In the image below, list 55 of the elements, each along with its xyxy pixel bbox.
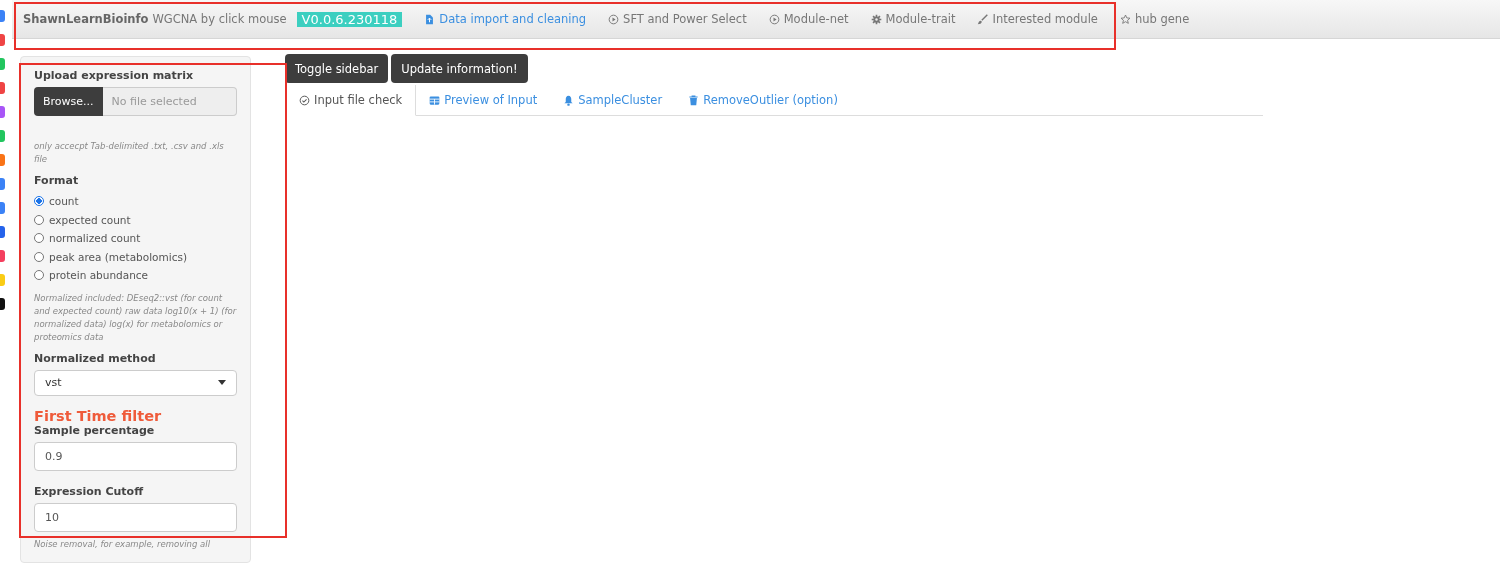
radio-label: normalized count — [49, 232, 141, 245]
tab[interactable]: SampleCluster — [550, 85, 676, 115]
field-label: Sample percentage — [34, 423, 156, 437]
bell-icon — [563, 94, 575, 106]
radio-option[interactable]: count — [34, 192, 237, 211]
action-button[interactable]: Update information! — [391, 54, 528, 83]
radio-button[interactable] — [34, 270, 44, 281]
nav-link[interactable]: Module-trait — [870, 12, 956, 26]
radio-label: count — [49, 195, 79, 208]
radio-option[interactable]: expected count — [34, 210, 237, 229]
tab[interactable]: RemoveOutlier (option) — [675, 85, 851, 115]
check-circle-icon — [299, 94, 310, 106]
help-text: Normalized included: DEseq2::vst (for count and expected count) raw data log10(x + 1) (for normalized data) log(x) for metabolomics or proteomics data — [34, 291, 237, 344]
nav-link[interactable]: Module-net — [768, 12, 849, 26]
radio-button[interactable] — [34, 196, 44, 207]
dropdown-value: vst — [45, 376, 62, 389]
star-icon — [1119, 13, 1131, 25]
nav-link[interactable]: hub gene — [1119, 12, 1190, 26]
method-dropdown[interactable]: vst — [34, 369, 237, 396]
radio-option[interactable]: protein abundance — [34, 266, 237, 285]
version-badge: V0.0.6.230118 — [296, 11, 403, 27]
radio-label: expected count — [49, 213, 131, 226]
number-input[interactable]: 0.9 — [34, 441, 237, 471]
radio-button[interactable] — [34, 251, 44, 262]
tab[interactable]: Input file check — [285, 85, 417, 116]
radio-option[interactable]: peak area (metabolomics) — [34, 247, 237, 266]
play-circle-icon — [608, 13, 620, 25]
field-label: Upload expression matrix — [34, 69, 195, 82]
browse-button[interactable]: Browse... — [34, 87, 103, 116]
caret-icon — [218, 380, 226, 385]
field-label: Expression Cutoff — [34, 484, 145, 498]
radio-option[interactable]: normalized count — [34, 229, 237, 248]
field-label: Normalized method — [34, 351, 157, 365]
nav-link[interactable]: SFT and Power Select — [608, 12, 747, 26]
field-label: Format — [34, 174, 80, 187]
play-circle-icon — [768, 13, 780, 25]
section-heading: First Time filter — [34, 407, 163, 424]
nav-link[interactable]: Interested module — [977, 12, 1098, 26]
brush-icon — [977, 13, 989, 25]
radio-label: protein abundance — [49, 269, 149, 282]
help-text: Noise removal, for example, removing all — [34, 537, 212, 551]
tab[interactable]: Preview of Input — [416, 85, 551, 115]
trash-icon — [688, 94, 700, 106]
radio-button[interactable] — [34, 214, 44, 225]
number-input[interactable]: 10 — [34, 502, 237, 532]
radio-label: peak area (metabolomics) — [49, 250, 187, 263]
file-upload-icon — [424, 13, 436, 25]
brand-title: ShawnLearnBioinfo — [23, 12, 149, 26]
help-text: only accecpt Tab-delimited .txt, .csv and .xls file — [34, 140, 225, 166]
file-name-field[interactable]: No file selected — [102, 87, 237, 116]
action-button[interactable]: Toggle sidebar — [285, 54, 389, 83]
radio-button[interactable] — [34, 233, 44, 244]
app-subtitle: WGCNA by click mouse — [152, 12, 287, 26]
table-icon — [429, 94, 441, 106]
gear-icon — [870, 13, 882, 25]
